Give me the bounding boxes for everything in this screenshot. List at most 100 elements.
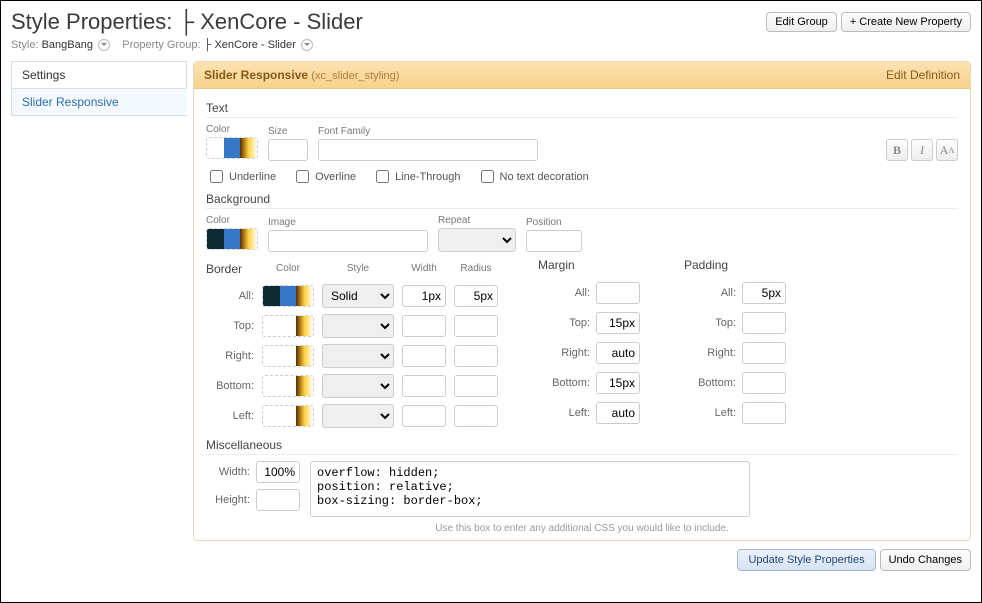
style-value[interactable]: BangBang xyxy=(42,39,93,51)
group-value[interactable]: ├ XenCore - Slider xyxy=(204,39,296,51)
border-left-width[interactable] xyxy=(402,405,446,427)
padding-top-input[interactable] xyxy=(742,312,786,334)
small-caps-icon[interactable]: AA xyxy=(936,139,958,161)
text-size-input[interactable] xyxy=(268,139,308,161)
label-all: All: xyxy=(206,290,254,302)
sidebar-item-slider-responsive[interactable]: Slider Responsive xyxy=(11,88,187,116)
section-misc-heading: Miscellaneous xyxy=(206,438,958,452)
breadcrumb: Style: BangBang Property Group: ├ XenCor… xyxy=(11,39,971,51)
label-padding-bottom: Bottom: xyxy=(684,377,736,389)
section-border-heading: Border xyxy=(206,262,254,276)
border-all-color[interactable] xyxy=(262,285,314,307)
label-margin-right: Right: xyxy=(538,347,590,359)
label-padding-top: Top: xyxy=(684,317,736,329)
margin-all-input[interactable] xyxy=(596,282,640,304)
label-top: Top: xyxy=(206,320,254,332)
margin-right-input[interactable] xyxy=(596,342,640,364)
label-margin-all: All: xyxy=(538,287,590,299)
section-padding-heading: Padding xyxy=(684,258,790,272)
border-left-color[interactable] xyxy=(262,405,314,427)
section-margin-heading: Margin xyxy=(538,258,644,272)
overline-checkbox[interactable]: Overline xyxy=(292,167,356,186)
extra-css-textarea[interactable]: overflow: hidden; position: relative; bo… xyxy=(310,461,750,517)
page-title: Style Properties: ├ XenCore - Slider xyxy=(11,9,363,35)
bg-color-swatch[interactable] xyxy=(206,228,258,250)
no-decoration-checkbox[interactable]: No text decoration xyxy=(477,167,589,186)
border-right-radius[interactable] xyxy=(454,345,498,367)
label-margin-bottom: Bottom: xyxy=(538,377,590,389)
label-padding-right: Right: xyxy=(684,347,736,359)
padding-left-input[interactable] xyxy=(742,402,786,424)
border-bottom-radius[interactable] xyxy=(454,375,498,397)
border-all-width[interactable] xyxy=(402,285,446,307)
line-through-label: Line-Through xyxy=(395,171,460,183)
chevron-down-icon[interactable] xyxy=(98,39,110,51)
border-left-radius[interactable] xyxy=(454,405,498,427)
padding-all-input[interactable] xyxy=(742,282,786,304)
css-hint: Use this box to enter any additional CSS… xyxy=(206,523,958,534)
section-text-heading: Text xyxy=(206,101,958,115)
border-all-radius[interactable] xyxy=(454,285,498,307)
bg-position-input[interactable] xyxy=(526,230,582,252)
label-repeat: Repeat xyxy=(438,215,516,226)
misc-width-input[interactable] xyxy=(256,461,300,483)
label-misc-width: Width: xyxy=(206,466,250,478)
label-color: Color xyxy=(206,124,258,135)
undo-button[interactable]: Undo Changes xyxy=(880,549,971,571)
group-label: Property Group: xyxy=(122,39,200,51)
tab-title-text: Slider Responsive xyxy=(204,68,308,82)
label-margin-top: Top: xyxy=(538,317,590,329)
border-all-style[interactable]: Solid xyxy=(322,284,394,308)
label-padding-left: Left: xyxy=(684,407,736,419)
line-through-checkbox[interactable]: Line-Through xyxy=(372,167,460,186)
border-right-style[interactable] xyxy=(322,344,394,368)
label-misc-height: Height: xyxy=(206,494,250,506)
label-position: Position xyxy=(526,217,582,228)
sidebar-item-settings[interactable]: Settings xyxy=(11,61,187,89)
border-left-style[interactable] xyxy=(322,404,394,428)
border-bottom-style[interactable] xyxy=(322,374,394,398)
create-property-button[interactable]: + Create New Property xyxy=(841,12,971,32)
bg-repeat-select[interactable] xyxy=(438,228,516,252)
italic-icon[interactable]: I xyxy=(911,139,933,161)
label-image: Image xyxy=(268,217,428,228)
label-right: Right: xyxy=(206,350,254,362)
border-top-color[interactable] xyxy=(262,315,314,337)
border-bottom-width[interactable] xyxy=(402,375,446,397)
underline-checkbox[interactable]: Underline xyxy=(206,167,276,186)
edit-definition-link[interactable]: Edit Definition xyxy=(886,68,960,82)
margin-left-input[interactable] xyxy=(596,402,640,424)
update-button[interactable]: Update Style Properties xyxy=(737,549,875,571)
border-bottom-color[interactable] xyxy=(262,375,314,397)
padding-right-input[interactable] xyxy=(742,342,786,364)
label-border-color: Color xyxy=(262,263,314,274)
label-bottom: Bottom: xyxy=(206,380,254,392)
label-padding-all: All: xyxy=(684,287,736,299)
tab-code: (xc_slider_styling) xyxy=(311,70,399,82)
style-label: Style: xyxy=(11,39,39,51)
label-font-family: Font Family xyxy=(318,126,876,137)
chevron-down-icon[interactable] xyxy=(301,39,313,51)
label-bg-color: Color xyxy=(206,215,258,226)
border-top-radius[interactable] xyxy=(454,315,498,337)
border-right-width[interactable] xyxy=(402,345,446,367)
font-family-input[interactable] xyxy=(318,139,538,161)
bold-icon[interactable]: B xyxy=(886,139,908,161)
margin-bottom-input[interactable] xyxy=(596,372,640,394)
edit-group-button[interactable]: Edit Group xyxy=(766,12,837,32)
label-margin-left: Left: xyxy=(538,407,590,419)
bg-image-input[interactable] xyxy=(268,230,428,252)
margin-top-input[interactable] xyxy=(596,312,640,334)
overline-label: Overline xyxy=(315,171,356,183)
label-border-style: Style xyxy=(322,263,394,274)
label-size: Size xyxy=(268,126,308,137)
misc-height-input[interactable] xyxy=(256,489,300,511)
padding-bottom-input[interactable] xyxy=(742,372,786,394)
text-color-swatch[interactable] xyxy=(206,137,258,159)
label-border-radius: Radius xyxy=(454,263,498,274)
border-top-style[interactable] xyxy=(322,314,394,338)
label-border-width: Width xyxy=(402,263,446,274)
border-right-color[interactable] xyxy=(262,345,314,367)
border-top-width[interactable] xyxy=(402,315,446,337)
label-left: Left: xyxy=(206,410,254,422)
